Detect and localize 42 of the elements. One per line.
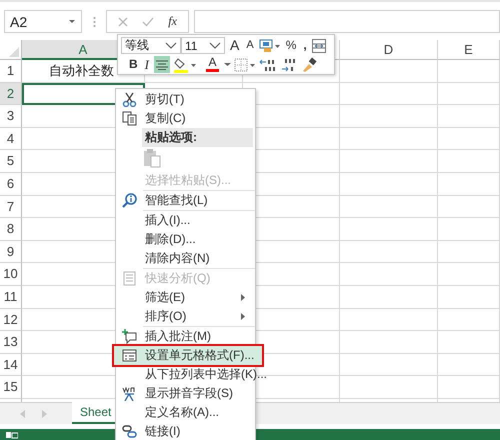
insert-function-button[interactable]: fx bbox=[168, 14, 177, 29]
row-header[interactable]: 13 bbox=[0, 331, 22, 354]
row-header[interactable]: 8 bbox=[0, 218, 22, 241]
menu-item[interactable]: 剪切(T) bbox=[142, 90, 253, 109]
menu-item[interactable]: 插入(I)... bbox=[142, 211, 253, 230]
row-header[interactable]: 15 bbox=[0, 376, 22, 399]
name-box[interactable]: A2 bbox=[4, 10, 82, 33]
menu-item[interactable]: 复制(C) bbox=[142, 109, 253, 128]
cell-text: 自动补全数 bbox=[49, 62, 114, 80]
menu-item[interactable]: 删除(D)... bbox=[142, 230, 253, 249]
font-name-field[interactable]: 等线 bbox=[121, 37, 181, 54]
row-header[interactable]: 2 bbox=[0, 82, 22, 106]
comma-button[interactable]: , bbox=[301, 37, 309, 54]
row-header[interactable]: 5 bbox=[0, 150, 22, 173]
row-header[interactable]: 7 bbox=[0, 196, 22, 218]
menu-item[interactable]: 设置单元格格式(F)... bbox=[114, 346, 262, 365]
menu-item[interactable]: 插入批注(M) bbox=[142, 327, 253, 346]
menu-item[interactable]: 筛选(E) bbox=[142, 288, 253, 307]
grow-font-button[interactable]: A bbox=[228, 37, 242, 54]
row-header[interactable]: 6 bbox=[0, 172, 22, 196]
menu-item[interactable]: 清除内容(N) bbox=[142, 249, 253, 268]
italic-button[interactable]: I bbox=[142, 56, 152, 73]
menu-item[interactable]: 显示拼音字段(S) bbox=[142, 384, 253, 403]
menu-item[interactable]: 定义名称(A)... bbox=[142, 403, 253, 422]
menu-item[interactable]: 智能查找(L) bbox=[142, 191, 253, 210]
column-header[interactable]: E bbox=[438, 40, 500, 60]
row-header[interactable]: 14 bbox=[0, 354, 22, 376]
row-header[interactable]: 12 bbox=[0, 308, 22, 332]
menu-item[interactable]: 链接(I) bbox=[142, 422, 253, 440]
font-color-button[interactable]: A bbox=[204, 56, 222, 73]
shrink-font-button[interactable]: A bbox=[244, 37, 256, 54]
percent-button[interactable]: % bbox=[284, 37, 298, 54]
font-size-field[interactable]: 11 bbox=[181, 37, 225, 54]
row-header[interactable]: 9 bbox=[0, 240, 22, 264]
paste-options-header: 粘贴选项: bbox=[142, 128, 253, 147]
menu-item[interactable]: 从下拉列表中选择(K)... bbox=[142, 365, 275, 384]
column-header[interactable]: D bbox=[340, 40, 438, 60]
row-header[interactable]: 11 bbox=[0, 286, 22, 309]
row-header[interactable]: 3 bbox=[0, 105, 22, 128]
row-header[interactable]: 10 bbox=[0, 263, 22, 286]
menu-item[interactable]: 排序(O) bbox=[142, 307, 253, 326]
row-header[interactable]: 4 bbox=[0, 128, 22, 150]
